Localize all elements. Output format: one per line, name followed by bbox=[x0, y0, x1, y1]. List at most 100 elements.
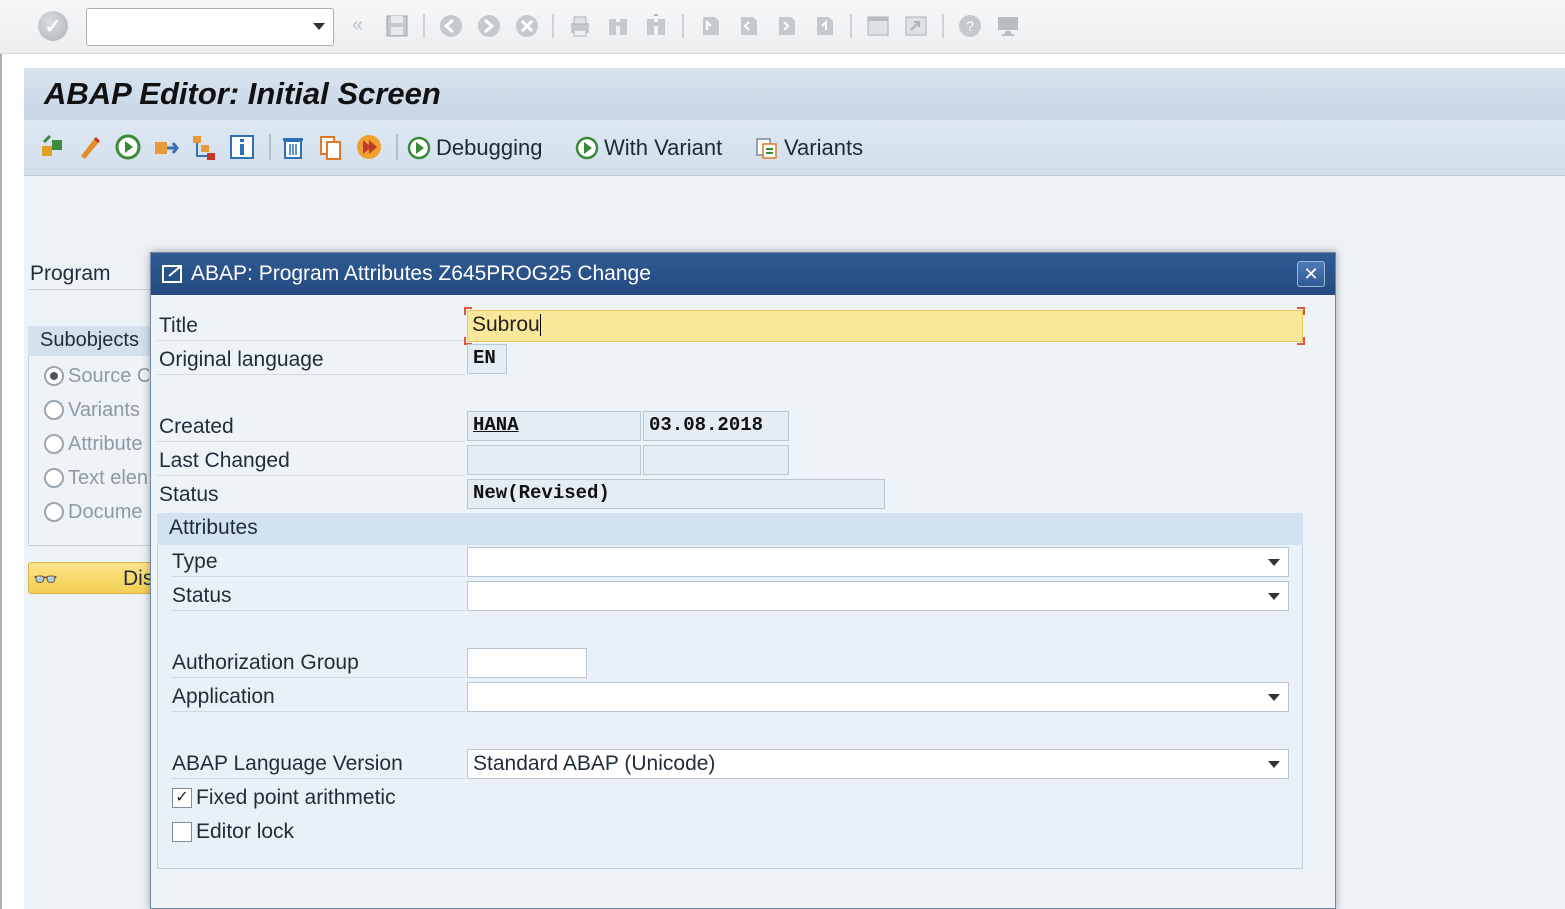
dialog-title: ABAP: Program Attributes Z645PROG25 Chan… bbox=[191, 262, 651, 285]
info-icon[interactable] bbox=[227, 132, 257, 162]
dialog-title-bar: ABAP: Program Attributes Z645PROG25 Chan… bbox=[151, 253, 1335, 295]
checkbox-icon[interactable] bbox=[172, 822, 192, 842]
exit-icon[interactable] bbox=[475, 12, 503, 40]
activate-icon[interactable] bbox=[113, 132, 143, 162]
with-variant-label: With Variant bbox=[604, 135, 723, 160]
svg-text:?: ? bbox=[966, 18, 974, 34]
application-select[interactable] bbox=[467, 682, 1289, 712]
authorization-group-input[interactable] bbox=[467, 648, 587, 678]
command-field[interactable] bbox=[86, 8, 334, 46]
subobject-label: Source C bbox=[68, 364, 149, 387]
print-icon[interactable] bbox=[566, 12, 594, 40]
page-title: ABAP Editor: Initial Screen bbox=[44, 76, 441, 111]
original-language-label: Original language bbox=[159, 348, 324, 371]
chevron-down-icon[interactable] bbox=[313, 23, 325, 30]
status-field: New(Revised) bbox=[467, 479, 885, 509]
display-button[interactable]: 👓 Dis bbox=[28, 562, 158, 594]
debugging-button[interactable]: Debugging bbox=[406, 133, 542, 163]
enter-icon[interactable]: ✓ bbox=[38, 11, 68, 41]
close-icon[interactable]: ✕ bbox=[1297, 261, 1325, 287]
subobject-label: Attribute bbox=[68, 432, 143, 455]
type-label: Type bbox=[172, 550, 218, 573]
where-used-icon[interactable] bbox=[189, 132, 219, 162]
chevron-down-icon[interactable] bbox=[1268, 559, 1280, 566]
find-icon[interactable] bbox=[604, 12, 632, 40]
attributes-heading: Attributes bbox=[157, 513, 1303, 545]
title-input[interactable]: Subrou bbox=[467, 310, 1303, 342]
subobject-radio-documentation[interactable]: Docume bbox=[44, 499, 149, 525]
glasses-icon: 👓 bbox=[33, 569, 58, 591]
variants-button[interactable]: Variants bbox=[754, 133, 863, 163]
copy-icon[interactable] bbox=[316, 132, 346, 162]
cancel-icon[interactable] bbox=[513, 12, 541, 40]
abap-language-version-value: Standard ABAP (Unicode) bbox=[473, 752, 716, 775]
abap-language-version-label: ABAP Language Version bbox=[172, 752, 403, 775]
radio-selected-icon[interactable] bbox=[44, 366, 64, 386]
type-select[interactable] bbox=[467, 547, 1289, 577]
with-variant-button[interactable]: With Variant bbox=[574, 133, 722, 163]
radio-icon[interactable] bbox=[44, 468, 64, 488]
program-attributes-dialog: ABAP: Program Attributes Z645PROG25 Chan… bbox=[150, 252, 1336, 909]
subobject-label: Variants bbox=[68, 398, 140, 421]
next-page-icon[interactable] bbox=[772, 12, 800, 40]
created-on-field: 03.08.2018 bbox=[643, 411, 789, 441]
subobject-radio-attributes[interactable]: Attribute bbox=[44, 431, 149, 457]
variants-label: Variants bbox=[784, 135, 864, 160]
new-session-icon[interactable] bbox=[864, 12, 892, 40]
previous-page-icon[interactable] bbox=[734, 12, 762, 40]
radio-icon[interactable] bbox=[44, 400, 64, 420]
find-next-icon[interactable] bbox=[642, 12, 670, 40]
original-language-field: EN bbox=[467, 344, 507, 374]
execute-icon[interactable] bbox=[354, 132, 384, 162]
run-variant-icon bbox=[574, 135, 600, 161]
first-page-icon[interactable] bbox=[696, 12, 724, 40]
change-pencil-icon[interactable] bbox=[75, 132, 105, 162]
delete-icon[interactable] bbox=[278, 132, 308, 162]
debug-run-icon bbox=[406, 135, 432, 161]
checkbox-checked-icon[interactable]: ✓ bbox=[172, 788, 192, 808]
status-label: Status bbox=[159, 483, 219, 506]
last-changed-on-field bbox=[643, 445, 789, 475]
last-changed-label: Last Changed bbox=[159, 449, 290, 472]
subobject-label: Docume bbox=[68, 500, 143, 523]
test-direct-icon[interactable] bbox=[151, 132, 181, 162]
last-page-icon[interactable] bbox=[810, 12, 838, 40]
other-object-icon[interactable] bbox=[38, 132, 68, 162]
attr-status-select[interactable] bbox=[467, 581, 1289, 611]
display-button-label: Dis bbox=[123, 567, 154, 590]
subobject-radio-variants[interactable]: Variants bbox=[44, 397, 149, 423]
application-toolbar: Debugging With Variant Variants bbox=[24, 120, 1565, 176]
application-label: Application bbox=[172, 685, 275, 708]
debugging-label: Debugging bbox=[436, 135, 543, 160]
title-input-value: Subrou bbox=[472, 313, 540, 336]
attr-status-label: Status bbox=[172, 584, 232, 607]
help-icon[interactable]: ? bbox=[956, 12, 984, 40]
radio-icon[interactable] bbox=[44, 502, 64, 522]
variants-icon bbox=[754, 135, 780, 161]
title-label: Title bbox=[159, 314, 198, 337]
collapse-icon[interactable]: « bbox=[352, 14, 363, 37]
fixed-point-arithmetic-label: Fixed point arithmetic bbox=[196, 786, 396, 809]
save-icon[interactable] bbox=[383, 12, 411, 40]
chevron-down-icon[interactable] bbox=[1268, 694, 1280, 701]
subobject-label: Text elen bbox=[68, 466, 149, 489]
radio-icon[interactable] bbox=[44, 434, 64, 454]
created-by-field: HANA bbox=[467, 411, 641, 441]
shortcut-icon[interactable] bbox=[902, 12, 930, 40]
subobject-radio-text-elements[interactable]: Text elen bbox=[44, 465, 149, 491]
back-icon[interactable] bbox=[437, 12, 465, 40]
edit-window-icon bbox=[161, 263, 185, 285]
authorization-group-label: Authorization Group bbox=[172, 651, 359, 674]
subobjects-title: Subobjects bbox=[28, 326, 158, 356]
system-toolbar: ✓ « ? bbox=[0, 0, 1565, 54]
last-changed-by-field bbox=[467, 445, 641, 475]
program-label: Program bbox=[30, 262, 111, 285]
customize-layout-icon[interactable] bbox=[994, 12, 1022, 40]
fixed-point-arithmetic-checkbox[interactable]: ✓ Fixed point arithmetic bbox=[172, 786, 396, 810]
chevron-down-icon[interactable] bbox=[1268, 761, 1280, 768]
editor-lock-label: Editor lock bbox=[196, 820, 295, 843]
editor-lock-checkbox[interactable]: Editor lock bbox=[172, 820, 294, 844]
abap-language-version-select[interactable]: Standard ABAP (Unicode) bbox=[467, 749, 1289, 779]
subobject-radio-source[interactable]: Source C bbox=[44, 363, 149, 389]
chevron-down-icon[interactable] bbox=[1268, 593, 1280, 600]
